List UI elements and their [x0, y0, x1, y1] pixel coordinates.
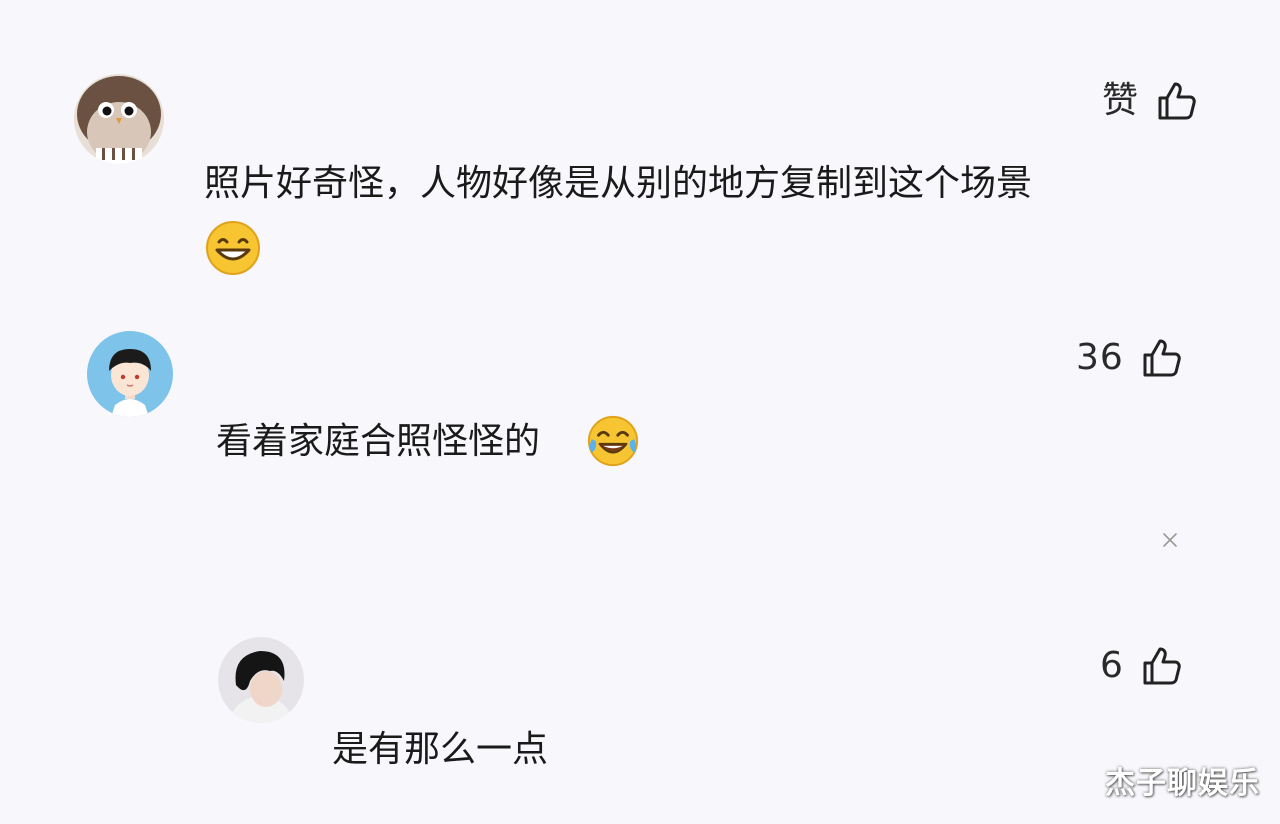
like-count: 36 — [1076, 337, 1124, 378]
comment-thread: 赞 照片好奇怪，人物好像是从别的地方复制到这个场景 36 看着家庭合照怪怪的 6… — [0, 0, 1280, 824]
avatar[interactable] — [87, 331, 173, 417]
cartoon-boy-avatar-icon — [87, 331, 173, 417]
like-count: 6 — [1100, 645, 1124, 686]
avatar[interactable] — [218, 637, 304, 723]
thumbs-up-icon — [1155, 80, 1197, 122]
tears-of-joy-emoji-icon — [586, 414, 640, 468]
comment-text-content: 看着家庭合照怪怪的 — [216, 421, 541, 462]
watermark: 杰子聊娱乐 — [1105, 766, 1260, 801]
thumbs-up-icon — [1140, 337, 1182, 379]
comment-text-content: 照片好奇怪，人物好像是从别的地方复制到这个场景 — [204, 163, 1033, 204]
like-button[interactable]: 6 — [1100, 645, 1182, 687]
avatar[interactable] — [74, 74, 164, 164]
thumbs-up-icon — [1140, 645, 1182, 687]
like-label: 赞 — [1102, 80, 1140, 121]
comment-text-content: 是有那么一点 — [332, 729, 549, 770]
close-icon[interactable] — [1160, 530, 1180, 550]
comment-text: 看着家庭合照怪怪的 — [216, 420, 540, 463]
comment-text: 是有那么一点 — [332, 728, 548, 771]
grinning-emoji-icon — [205, 220, 261, 276]
dark-hair-avatar-icon — [218, 637, 304, 723]
comment-text: 照片好奇怪，人物好像是从别的地方复制到这个场景 — [204, 162, 1032, 205]
penguin-avatar-icon — [74, 74, 164, 164]
like-button[interactable]: 赞 — [1102, 80, 1197, 122]
like-button[interactable]: 36 — [1076, 337, 1182, 379]
